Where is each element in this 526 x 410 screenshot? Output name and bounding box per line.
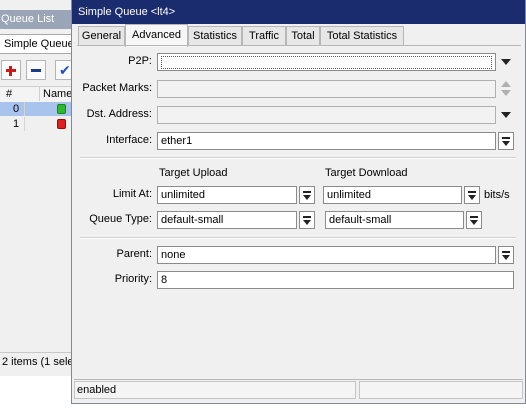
- tab-general[interactable]: General: [78, 26, 125, 46]
- chevron-down-icon: [303, 220, 311, 225]
- target-download-header: Target Download: [325, 167, 408, 179]
- p2p-dropdown-button[interactable]: [498, 53, 514, 71]
- dst-address-field[interactable]: [157, 106, 496, 124]
- interface-dropdown-button[interactable]: [498, 132, 514, 150]
- chevron-down-icon: [502, 141, 510, 146]
- chevron-down-icon: [501, 59, 511, 65]
- status-text: enabled: [74, 381, 356, 399]
- queue-list-status: 2 items (1 selected): [0, 352, 80, 371]
- focus-ring: [161, 56, 492, 69]
- row-number: 1: [13, 118, 20, 130]
- column-header-name[interactable]: Name: [39, 87, 72, 101]
- remove-icon: [31, 69, 41, 72]
- packet-marks-field[interactable]: [157, 80, 496, 98]
- queue-type-download-select[interactable]: default-small: [325, 211, 464, 229]
- tab-total[interactable]: Total: [286, 26, 320, 46]
- status-panel: [359, 381, 523, 399]
- chevron-down-icon: [501, 112, 511, 118]
- arrow-down-icon: [501, 90, 511, 96]
- limit-at-download-dropdown[interactable]: [464, 186, 480, 204]
- dialog-status-bar: enabled: [74, 379, 523, 400]
- chevron-down-icon: [470, 220, 478, 225]
- tab-statistics[interactable]: Statistics: [188, 26, 242, 46]
- column-header-num[interactable]: #: [6, 88, 12, 100]
- target-upload-header: Target Upload: [159, 167, 228, 179]
- queue-type-label: Queue Type:: [89, 213, 152, 225]
- priority-label: Priority:: [114, 273, 152, 285]
- limit-at-label: Limit At:: [112, 188, 152, 200]
- parent-select[interactable]: none: [157, 246, 496, 264]
- priority-field[interactable]: 8: [157, 271, 514, 289]
- simple-queue-dialog: Simple Queue <lt4> General Advanced Stat…: [71, 0, 526, 404]
- parent-label: Parent:: [116, 248, 152, 260]
- table-row[interactable]: 0: [0, 102, 78, 116]
- interface-select[interactable]: ether1: [157, 132, 496, 150]
- chevron-down-icon: [303, 195, 311, 200]
- parent-dropdown-button[interactable]: [498, 246, 514, 264]
- chevron-down-icon: [468, 195, 476, 200]
- queue-type-download-dropdown[interactable]: [466, 211, 482, 229]
- tab-traffic[interactable]: Traffic: [242, 26, 286, 46]
- tab-advanced[interactable]: Advanced: [125, 24, 188, 47]
- dialog-title[interactable]: Simple Queue <lt4>: [72, 0, 525, 24]
- packet-marks-label: Packet Marks:: [82, 82, 152, 94]
- queue-list-window: Queue List Simple Queues ✔ # Name 0 1 2 …: [0, 0, 80, 376]
- queue-type-upload-dropdown[interactable]: [299, 211, 315, 229]
- enable-icon: ✔: [59, 62, 71, 78]
- dst-address-dropdown-button[interactable]: [498, 106, 514, 124]
- queue-enabled-icon: [57, 104, 66, 114]
- limit-at-upload-field[interactable]: unlimited: [157, 186, 297, 204]
- list-header: # Name: [0, 86, 78, 103]
- add-button[interactable]: [1, 60, 21, 80]
- dst-address-label: Dst. Address:: [86, 108, 152, 120]
- queue-disabled-icon: [57, 119, 66, 129]
- table-row[interactable]: 1: [0, 117, 78, 131]
- interface-label: Interface:: [106, 134, 152, 146]
- packet-marks-stepper[interactable]: [499, 80, 513, 98]
- remove-button[interactable]: [26, 60, 46, 80]
- tab-total-statistics[interactable]: Total Statistics: [320, 26, 404, 46]
- queue-list-title[interactable]: Queue List: [0, 10, 79, 29]
- chevron-down-icon: [502, 255, 510, 260]
- row-number: 0: [13, 103, 20, 115]
- arrow-up-icon: [501, 81, 511, 87]
- limit-at-unit: bits/s: [484, 189, 510, 201]
- tab-simple-queues[interactable]: Simple Queues: [0, 34, 72, 54]
- limit-at-download-field[interactable]: unlimited: [323, 186, 462, 204]
- queue-type-upload-select[interactable]: default-small: [157, 211, 297, 229]
- p2p-label: P2P:: [128, 55, 152, 67]
- limit-at-upload-dropdown[interactable]: [299, 186, 315, 204]
